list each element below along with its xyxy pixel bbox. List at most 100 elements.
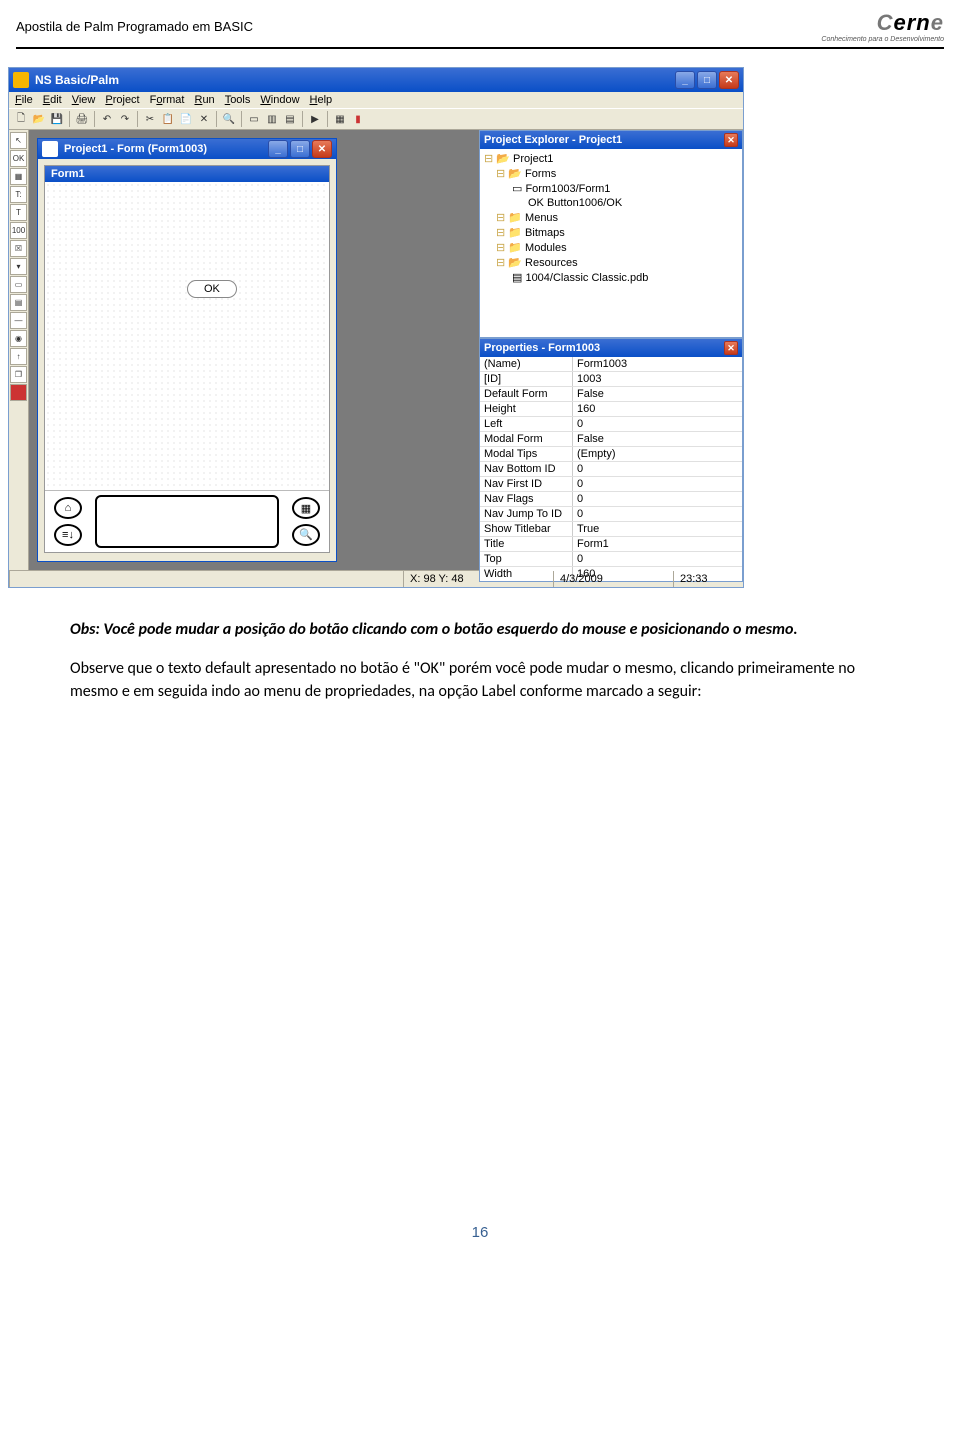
slider-tool[interactable]: ↑ [10, 348, 27, 365]
property-row[interactable]: Modal FormFalse [480, 432, 742, 447]
ok-button[interactable]: OK [187, 280, 237, 298]
menu-format[interactable]: Format [150, 94, 185, 106]
child-maximize-button[interactable]: □ [290, 140, 310, 158]
tree-node[interactable]: ▭ Form1003/Form1 [484, 181, 738, 196]
child-close-button[interactable]: ✕ [312, 140, 332, 158]
save-icon[interactable]: 💾 [49, 111, 65, 127]
run-icon[interactable]: ▶ [307, 111, 323, 127]
form-grid[interactable]: OK [45, 182, 329, 490]
right-panels: Project Explorer - Project1 ✕ ⊟ 📂 Projec… [479, 130, 743, 570]
combo-tool[interactable]: ▾ [10, 258, 27, 275]
property-row[interactable]: TitleForm1 [480, 537, 742, 552]
maximize-button[interactable]: □ [697, 71, 717, 89]
property-row[interactable]: Top0 [480, 552, 742, 567]
form-icon[interactable]: ▭ [246, 111, 262, 127]
property-row[interactable]: Nav Jump To ID0 [480, 507, 742, 522]
menu-run[interactable]: Run [194, 94, 214, 106]
property-row[interactable]: (Name)Form1003 [480, 357, 742, 372]
calc-icon[interactable]: ▦ [292, 497, 320, 519]
property-row[interactable]: Nav First ID0 [480, 477, 742, 492]
db-icon[interactable]: ▤ [282, 111, 298, 127]
page-header: Apostila de Palm Programado em BASIC Cer… [0, 0, 960, 47]
explorer-close-button[interactable]: ✕ [724, 133, 738, 147]
color-tool[interactable] [10, 384, 27, 401]
field-tool[interactable]: ▭ [10, 276, 27, 293]
button-tool[interactable]: OK [10, 150, 27, 167]
menu-window[interactable]: Window [260, 94, 299, 106]
pointer-tool[interactable]: ↖ [10, 132, 27, 149]
tree-node[interactable]: ⊟ 📁 Menus [484, 210, 738, 225]
menu-file[interactable]: File [15, 94, 33, 106]
tree-node[interactable]: OK Button1006/OK [484, 196, 738, 210]
project-tree[interactable]: ⊟ 📂 Project1⊟ 📂 Forms▭ Form1003/Form1OK … [480, 149, 742, 337]
menu-help[interactable]: Help [310, 94, 333, 106]
paste-icon[interactable]: 📄 [178, 111, 194, 127]
open-icon[interactable]: 📂 [31, 111, 47, 127]
tool1-icon[interactable]: ▦ [332, 111, 348, 127]
property-row[interactable]: Nav Flags0 [480, 492, 742, 507]
misc-tool[interactable]: ❐ [10, 366, 27, 383]
radio-tool[interactable]: ◉ [10, 330, 27, 347]
mdi-area: Project1 - Form (Form1003) _ □ ✕ Form1 O… [29, 130, 479, 570]
header-rule [16, 47, 944, 49]
list-tool[interactable]: ▤ [10, 294, 27, 311]
minimize-button[interactable]: _ [675, 71, 695, 89]
property-row[interactable]: Nav Bottom ID0 [480, 462, 742, 477]
app-title: NS Basic/Palm [35, 73, 673, 87]
cut-icon[interactable]: ✂ [142, 111, 158, 127]
menu-tools[interactable]: Tools [225, 94, 251, 106]
tree-node[interactable]: ⊟ 📂 Resources [484, 255, 738, 270]
menu-edit[interactable]: Edit [43, 94, 62, 106]
num-tool[interactable]: 100 [10, 222, 27, 239]
delete-icon[interactable]: ✕ [196, 111, 212, 127]
form-canvas: Form1 OK ⌂ ≡↓ ▦ 🔍 [44, 165, 330, 553]
text-tool[interactable]: T: [10, 186, 27, 203]
close-button[interactable]: ✕ [719, 71, 739, 89]
statusbar: X: 98 Y: 48 4/3/2009 23:33 [9, 570, 743, 587]
home-icon[interactable]: ⌂ [54, 497, 82, 519]
toolbar: 🗋 📂 💾 🖨 ↶ ↷ ✂ 📋 📄 ✕ 🔍 ▭ ▥ ▤ ▶ ▦ ▮ [9, 108, 743, 130]
status-date: 4/3/2009 [553, 571, 673, 587]
line-tool[interactable]: — [10, 312, 27, 329]
copy-icon[interactable]: 📋 [160, 111, 176, 127]
grid-tool[interactable]: ▦ [10, 168, 27, 185]
child-icon [42, 141, 58, 157]
app-icon [13, 72, 29, 88]
child-title: Project1 - Form (Form1003) [64, 143, 266, 155]
logo: Cerne Conhecimento para o Desenvolviment… [821, 10, 944, 43]
property-row[interactable]: Default FormFalse [480, 387, 742, 402]
property-row[interactable]: [ID]1003 [480, 372, 742, 387]
toolbox: ↖ OK ▦ T: T 100 ☒ ▾ ▭ ▤ — ◉ ↑ ❐ [9, 130, 29, 570]
undo-icon[interactable]: ↶ [99, 111, 115, 127]
palm-silkscreen: ⌂ ≡↓ ▦ 🔍 [45, 490, 329, 552]
property-row[interactable]: Show TitlebarTrue [480, 522, 742, 537]
new-icon[interactable]: 🗋 [13, 111, 29, 127]
tree-node[interactable]: ⊟ 📂 Forms [484, 166, 738, 181]
tool2-icon[interactable]: ▮ [350, 111, 366, 127]
explorer-title: Project Explorer - Project1 [484, 134, 622, 146]
child-minimize-button[interactable]: _ [268, 140, 288, 158]
find-icon[interactable]: 🔍 [221, 111, 237, 127]
redo-icon[interactable]: ↷ [117, 111, 133, 127]
properties-grid[interactable]: (Name)Form1003[ID]1003Default FormFalseH… [480, 357, 742, 581]
check-tool[interactable]: ☒ [10, 240, 27, 257]
module-icon[interactable]: ▥ [264, 111, 280, 127]
print-icon[interactable]: 🖨 [74, 111, 90, 127]
label-tool[interactable]: T [10, 204, 27, 221]
graffiti-area[interactable] [95, 495, 279, 548]
property-row[interactable]: Left0 [480, 417, 742, 432]
menu-icon[interactable]: ≡↓ [54, 524, 82, 546]
find-silk-icon[interactable]: 🔍 [292, 524, 320, 546]
tree-node[interactable]: ⊟ 📁 Modules [484, 240, 738, 255]
tree-node[interactable]: ⊟ 📂 Project1 [484, 151, 738, 166]
property-row[interactable]: Modal Tips(Empty) [480, 447, 742, 462]
form-title: Form1 [45, 166, 329, 182]
menubar: File Edit View Project Format Run Tools … [9, 92, 743, 108]
menu-view[interactable]: View [72, 94, 96, 106]
status-time: 23:33 [673, 571, 743, 587]
properties-close-button[interactable]: ✕ [724, 341, 738, 355]
tree-node[interactable]: ⊟ 📁 Bitmaps [484, 225, 738, 240]
property-row[interactable]: Height160 [480, 402, 742, 417]
tree-node[interactable]: ▤ 1004/Classic Classic.pdb [484, 270, 738, 285]
menu-project[interactable]: Project [105, 94, 139, 106]
